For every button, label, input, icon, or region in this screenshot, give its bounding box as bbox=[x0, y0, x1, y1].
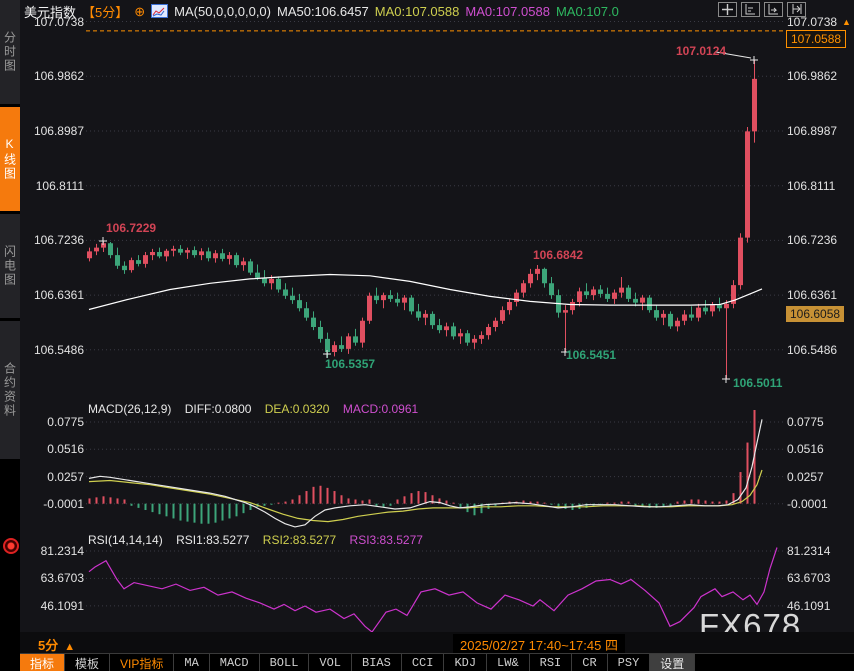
boll-tab[interactable]: BOLL bbox=[260, 654, 310, 671]
diff-value: DIFF:0.0800 bbox=[185, 402, 252, 416]
sidebar-tab-kline[interactable]: K线图 bbox=[0, 107, 20, 211]
bias-tab[interactable]: BIAS bbox=[352, 654, 402, 671]
axis-label: 106.5486 bbox=[22, 343, 84, 357]
ma0-green-value: MA0:107.0 bbox=[556, 4, 619, 19]
axis-label: 106.8987 bbox=[787, 124, 853, 138]
crosshair-timestamp: 2025/02/27 17:40~17:45 四 bbox=[453, 634, 625, 655]
current-price-badge: 107.0588 bbox=[786, 30, 846, 48]
macd-value: MACD:0.0961 bbox=[343, 402, 418, 416]
axis-label: -0.0001 bbox=[22, 497, 84, 511]
cci-tab[interactable]: CCI bbox=[402, 654, 445, 671]
rsi3-value: RSI3:83.5277 bbox=[350, 533, 423, 547]
rsi-params-label: RSI(14,14,14) bbox=[88, 533, 163, 547]
sidebar-tab-flash[interactable]: 闪电图 bbox=[0, 214, 20, 318]
lwr-tab[interactable]: LW& bbox=[487, 654, 530, 671]
axis-scale-right-icon[interactable] bbox=[764, 2, 783, 17]
axis-label: 106.5486 bbox=[787, 343, 853, 357]
price-annotation: 106.6842 bbox=[533, 248, 583, 262]
period-label[interactable]: 5分▲ bbox=[38, 635, 75, 654]
kdj-tab[interactable]: KDJ bbox=[444, 654, 487, 671]
price-up-arrow-icon: ▲ bbox=[842, 17, 851, 27]
axis-label: 46.1091 bbox=[22, 599, 84, 613]
chart-header: 美元指数【5分】 ⊕ MA(50,0,0,0,0,0) MA50:106.645… bbox=[24, 2, 619, 20]
dea-value: DEA:0.0320 bbox=[265, 402, 330, 416]
mini-chart-icon[interactable] bbox=[151, 4, 168, 18]
sidebar-tab-contract[interactable]: 合约资料 bbox=[0, 321, 20, 459]
axis-label: 0.0516 bbox=[22, 442, 84, 456]
status-bar: 5分▲ 2025/02/27 17:40~17:45 四 bbox=[20, 632, 854, 653]
vip-indicator-tab[interactable]: VIP指标 bbox=[110, 654, 174, 671]
ma-tab[interactable]: MA bbox=[174, 654, 209, 671]
period-tag: 【5分】 bbox=[82, 2, 128, 21]
app-window: 分时图 K线图 闪电图 合约资料 美元指数【5分】 ⊕ MA(50,0,0,0,… bbox=[0, 0, 854, 671]
record-icon[interactable] bbox=[3, 538, 19, 554]
axis-label: 81.2314 bbox=[787, 544, 853, 558]
cr-tab[interactable]: CR bbox=[572, 654, 607, 671]
rsi-tab[interactable]: RSI bbox=[530, 654, 573, 671]
axis-label: 0.0257 bbox=[22, 470, 84, 484]
ma0-yellow-value: MA0:107.0588 bbox=[375, 4, 460, 19]
ma50-value: MA50:106.6457 bbox=[277, 4, 369, 19]
axis-label: 63.6703 bbox=[787, 571, 853, 585]
symbol-title: 美元指数 bbox=[24, 2, 76, 21]
period-up-icon: ▲ bbox=[64, 641, 75, 653]
move-icon[interactable] bbox=[718, 2, 737, 17]
sidebar-tab-timeline[interactable]: 分时图 bbox=[0, 0, 20, 104]
axis-label: 0.0775 bbox=[22, 415, 84, 429]
macd-tab[interactable]: MACD bbox=[210, 654, 260, 671]
rsi-header: RSI(14,14,14) RSI1:83.5277 RSI2:83.5277 … bbox=[88, 533, 433, 547]
price-annotation: 106.5451 bbox=[566, 348, 616, 362]
rsi2-value: RSI2:83.5277 bbox=[263, 533, 336, 547]
vol-tab[interactable]: VOL bbox=[309, 654, 352, 671]
price-annotation: 106.7229 bbox=[106, 221, 156, 235]
macd-header: MACD(26,12,9) DIFF:0.0800 DEA:0.0320 MAC… bbox=[88, 402, 428, 416]
price-annotation: 106.5011 bbox=[733, 376, 782, 390]
add-indicator-icon[interactable]: ⊕ bbox=[134, 5, 145, 18]
go-to-latest-icon[interactable] bbox=[787, 2, 806, 17]
axis-label: 0.0257 bbox=[787, 470, 853, 484]
axis-label: 81.2314 bbox=[22, 544, 84, 558]
axis-label: 106.7236 bbox=[787, 233, 853, 247]
axis-label: 106.8111 bbox=[787, 179, 853, 193]
left-price-axis: 107.0738106.9862106.8987106.8111106.7236… bbox=[22, 0, 84, 671]
ma-settings-label: MA(50,0,0,0,0,0) bbox=[174, 4, 271, 19]
axis-label: 106.7236 bbox=[22, 233, 84, 247]
axis-label: 106.6361 bbox=[787, 288, 853, 302]
right-price-axis: 107.0738106.9862106.8987106.8111106.7236… bbox=[787, 0, 853, 671]
psy-tab[interactable]: PSY bbox=[608, 654, 651, 671]
axis-label: 63.6703 bbox=[22, 571, 84, 585]
price-annotation: 107.0124 bbox=[676, 44, 726, 58]
axis-scale-left-icon[interactable] bbox=[741, 2, 760, 17]
axis-label: 0.0516 bbox=[787, 442, 853, 456]
axis-label: 0.0775 bbox=[787, 415, 853, 429]
macd-params-label: MACD(26,12,9) bbox=[88, 402, 171, 416]
chart-canvas[interactable] bbox=[0, 0, 854, 671]
axis-label: 106.8111 bbox=[22, 179, 84, 193]
price-annotation: 106.5357 bbox=[325, 357, 375, 371]
template-tab[interactable]: 模板 bbox=[65, 654, 110, 671]
settings-tab[interactable]: 设置 bbox=[650, 654, 695, 671]
axis-label: 106.9862 bbox=[22, 69, 84, 83]
reference-price-badge: 106.6058 bbox=[786, 306, 844, 322]
axis-label: 106.8987 bbox=[22, 124, 84, 138]
rsi1-value: RSI1:83.5277 bbox=[176, 533, 249, 547]
indicator-tab[interactable]: 指标 bbox=[20, 654, 65, 671]
axis-label: 106.6361 bbox=[22, 288, 84, 302]
indicator-toolbar: 指标 模板 VIP指标 MA MACD BOLL VOL BIAS CCI KD… bbox=[20, 653, 854, 671]
axis-label: -0.0001 bbox=[787, 497, 853, 511]
axis-label: 106.9862 bbox=[787, 69, 853, 83]
ma0-magenta-value: MA0:107.0588 bbox=[465, 4, 550, 19]
left-sidebar: 分时图 K线图 闪电图 合约资料 bbox=[0, 0, 20, 671]
chart-tools bbox=[718, 2, 806, 17]
